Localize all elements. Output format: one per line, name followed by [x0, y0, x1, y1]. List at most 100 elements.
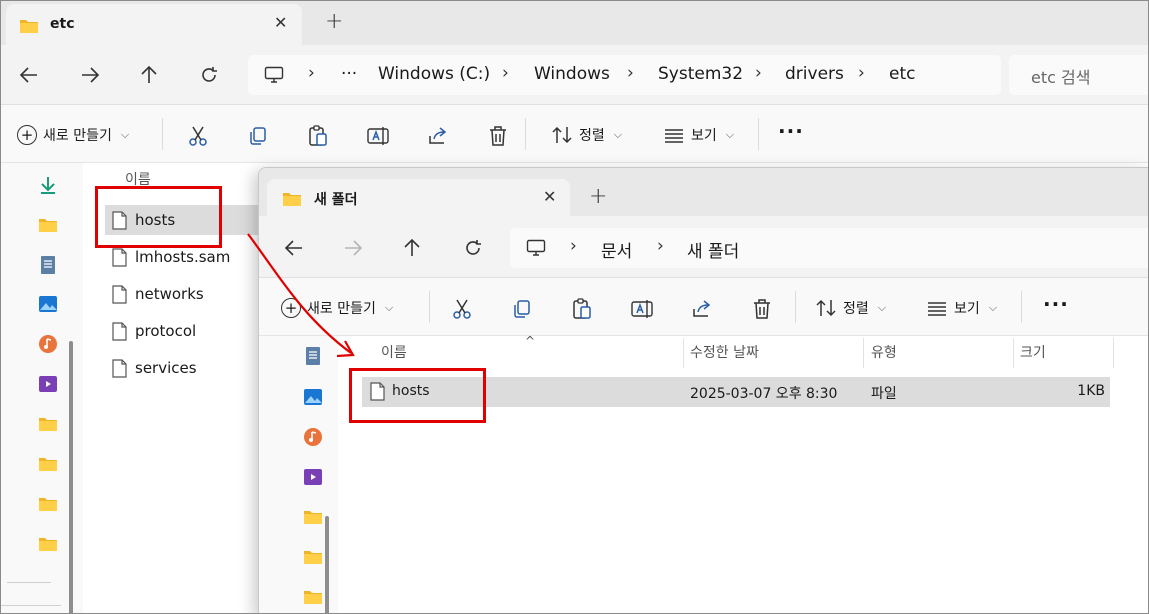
up-arrow-icon[interactable]	[402, 238, 422, 258]
folder-icon[interactable]	[38, 414, 58, 434]
rename-icon[interactable]	[366, 124, 390, 148]
folder-icon[interactable]	[38, 534, 58, 554]
column-header-name[interactable]: 이름	[381, 342, 407, 362]
front-window: 새 폴더 ✕ + › 문서 › 새 폴더 + 새로 만들기 ⌵ 정렬 ⌵ 보기 …	[258, 167, 1148, 613]
this-pc-icon	[264, 66, 284, 83]
breadcrumb-item[interactable]: System32	[658, 64, 743, 84]
view-icon	[665, 129, 683, 143]
column-header-modified[interactable]: 수정한 날짜	[690, 342, 759, 362]
share-icon[interactable]	[426, 124, 450, 148]
column-header-size[interactable]: 크기	[1020, 342, 1046, 362]
folder-icon[interactable]	[303, 587, 323, 607]
folder-icon[interactable]	[38, 215, 58, 235]
sidebar-scrollbar[interactable]	[325, 516, 329, 613]
breadcrumb-separator-icon: ›	[627, 63, 634, 83]
forward-arrow-icon[interactable]	[80, 65, 100, 85]
sort-button[interactable]: 정렬 ⌵	[815, 298, 886, 318]
plus-icon: +	[17, 125, 37, 145]
refresh-icon[interactable]	[199, 65, 219, 85]
tab-etc[interactable]: etc ✕	[6, 4, 302, 46]
music-icon[interactable]	[303, 427, 323, 447]
back-arrow-icon[interactable]	[19, 65, 39, 85]
videos-icon[interactable]	[303, 467, 323, 487]
folder-icon	[20, 20, 38, 33]
back-window-navbar: › ··· Windows (C:) › Windows › System32 …	[1, 45, 1148, 105]
breadcrumb-item[interactable]: Windows	[534, 64, 610, 84]
refresh-icon[interactable]	[463, 238, 483, 258]
sort-icon	[816, 299, 836, 317]
folder-icon[interactable]	[303, 507, 323, 527]
close-tab-icon[interactable]: ✕	[274, 13, 287, 32]
new-button[interactable]: + 새로 만들기 ⌵	[281, 298, 393, 318]
sort-button[interactable]: 정렬 ⌵	[551, 125, 622, 145]
copy-icon[interactable]	[510, 297, 534, 321]
rename-icon[interactable]	[630, 297, 654, 321]
paste-icon[interactable]	[570, 297, 594, 321]
pictures-icon[interactable]	[303, 387, 323, 407]
share-icon[interactable]	[690, 297, 714, 321]
view-label: 보기	[691, 128, 717, 144]
chevron-down-icon: ⌵	[877, 301, 887, 314]
close-tab-icon[interactable]: ✕	[543, 187, 556, 206]
new-tab-button[interactable]: +	[589, 184, 607, 209]
pictures-icon[interactable]	[38, 294, 58, 314]
sidebar-divider	[1, 605, 61, 606]
breadcrumb-separator-icon: ›	[755, 63, 762, 83]
more-icon[interactable]: ···	[1043, 292, 1069, 316]
search-input[interactable]: etc 검색	[1009, 55, 1148, 95]
paste-icon[interactable]	[306, 124, 330, 148]
highlight-box-source	[95, 186, 222, 248]
address-bar[interactable]: › ··· Windows (C:) › Windows › System32 …	[248, 55, 1001, 95]
breadcrumb-item[interactable]: 새 폴더	[687, 237, 739, 262]
videos-icon[interactable]	[38, 374, 58, 394]
sort-ascending-icon: ^	[525, 334, 536, 348]
column-divider[interactable]	[1113, 338, 1114, 368]
breadcrumb-item[interactable]: 문서	[601, 237, 632, 262]
delete-icon[interactable]	[486, 124, 510, 148]
breadcrumb-overflow[interactable]: ···	[341, 64, 357, 84]
column-header-type[interactable]: 유형	[871, 342, 897, 362]
back-arrow-icon[interactable]	[284, 238, 304, 258]
copy-icon[interactable]	[246, 124, 270, 148]
file-row-networks[interactable]: networks	[105, 279, 204, 309]
up-arrow-icon[interactable]	[139, 65, 159, 85]
breadcrumb-separator-icon: ›	[657, 236, 664, 256]
highlight-box-destination	[349, 368, 486, 423]
forward-arrow-icon[interactable]	[343, 238, 363, 258]
folder-icon[interactable]	[303, 547, 323, 567]
breadcrumb-item[interactable]: etc	[889, 64, 915, 84]
cell-modified: 2025-03-07 오후 8:30	[690, 386, 838, 402]
column-divider[interactable]	[683, 338, 684, 368]
plus-icon: +	[281, 298, 301, 318]
chevron-down-icon: ⌵	[988, 301, 998, 314]
delete-icon[interactable]	[750, 297, 774, 321]
view-button[interactable]: 보기 ⌵	[926, 298, 997, 318]
new-button[interactable]: + 새로 만들기 ⌵	[17, 125, 129, 145]
new-tab-button[interactable]: +	[325, 9, 343, 34]
column-divider[interactable]	[863, 338, 864, 368]
documents-icon[interactable]	[38, 255, 58, 275]
breadcrumb-item[interactable]: Windows (C:)	[378, 64, 490, 84]
breadcrumb-separator-icon: ›	[308, 63, 315, 83]
chevron-down-icon: ⌵	[613, 128, 623, 141]
cut-icon[interactable]	[450, 297, 474, 321]
column-divider[interactable]	[1013, 338, 1014, 368]
breadcrumb-separator-icon: ›	[502, 63, 509, 83]
tab-new-folder[interactable]: 새 폴더 ✕	[267, 179, 570, 219]
sidebar-scrollbar[interactable]	[69, 341, 73, 613]
documents-icon[interactable]	[303, 346, 323, 366]
address-bar[interactable]: › 문서 › 새 폴더	[510, 228, 1148, 268]
front-window-commandbar: + 새로 만들기 ⌵ 정렬 ⌵ 보기 ⌵ ···	[259, 278, 1148, 336]
folder-icon[interactable]	[38, 494, 58, 514]
music-icon[interactable]	[38, 334, 58, 354]
downloads-icon[interactable]	[38, 175, 58, 195]
cut-icon[interactable]	[186, 124, 210, 148]
folder-icon[interactable]	[38, 454, 58, 474]
file-icon	[112, 358, 127, 378]
tab-title: 새 폴더	[314, 192, 358, 208]
breadcrumb-item[interactable]: drivers	[785, 64, 844, 84]
view-button[interactable]: 보기 ⌵	[663, 125, 734, 145]
file-row-services[interactable]: services	[105, 353, 197, 383]
file-row-protocol[interactable]: protocol	[105, 316, 196, 346]
more-icon[interactable]: ···	[778, 119, 804, 143]
